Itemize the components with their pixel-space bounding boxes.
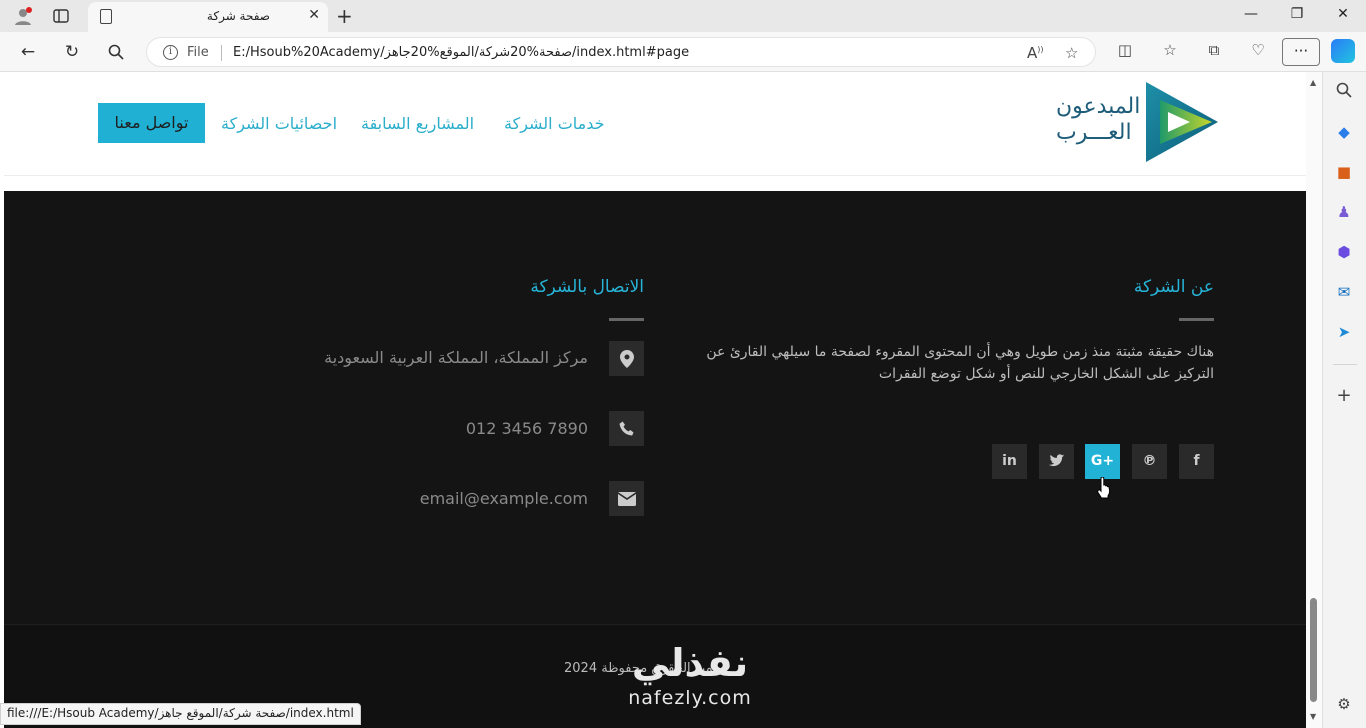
url-text[interactable]: E:/Hsoub%20Academy/صفحة%20شركة/الموقع%20… [233, 45, 689, 60]
search-icon[interactable] [102, 40, 130, 64]
copilot-icon[interactable] [1331, 39, 1355, 63]
logo-text-line2: العـــرب [1056, 120, 1132, 145]
about-text: هناك حقيقة مثبتة منذ زمن طويل وهي أن الم… [706, 344, 1214, 382]
address-bar: ← ↻ i File E:/Hsoub%20Academy/صفحة%20شرك… [0, 32, 1366, 72]
phone-icon [609, 411, 644, 446]
url-field[interactable]: i File E:/Hsoub%20Academy/صفحة%20شركة/ال… [146, 37, 1096, 67]
window-close-icon[interactable]: ✕ [1320, 6, 1366, 22]
logo-mark-icon [1146, 82, 1218, 162]
tab-title: صفحة شركة [206, 9, 270, 23]
contact-title: الاتصال بالشركة [530, 277, 644, 297]
games-icon[interactable]: ♟ [1334, 202, 1354, 222]
outlook-icon[interactable]: ✉ [1334, 282, 1354, 302]
page-icon [100, 9, 112, 24]
profile-icon[interactable] [8, 3, 38, 29]
collections-icon[interactable]: ⧉ [1202, 41, 1226, 59]
more-icon[interactable]: ··· [1282, 38, 1320, 66]
settings-icon[interactable]: ⚙ [1334, 694, 1354, 714]
location-icon [609, 341, 644, 376]
shopping-icon[interactable]: ◆ [1334, 122, 1354, 142]
url-separator [221, 45, 222, 61]
edge-sidebar: ◆ ■ ♟ ⬢ ✉ ➤ + ⚙ [1322, 72, 1366, 728]
active-tab[interactable]: صفحة شركة ✕ [88, 2, 328, 32]
back-icon[interactable]: ← [14, 40, 42, 64]
scroll-thumb[interactable] [1310, 598, 1317, 702]
site-header: المبدعون العـــرب خدمات الشركة المشاريع … [4, 72, 1306, 176]
scroll-up-icon[interactable]: ▲ [1310, 78, 1316, 87]
site-footer: عن الشركة هناك حقيقة مثبتة منذ زمن طويل … [4, 191, 1306, 728]
telegram-icon[interactable]: ➤ [1334, 322, 1354, 342]
favorites-icon[interactable]: ☆ [1158, 41, 1182, 59]
about-underline [1179, 318, 1214, 321]
nav-link-services[interactable]: خدمات الشركة [504, 114, 605, 133]
read-aloud-icon[interactable]: A)) [1027, 44, 1044, 62]
contact-phone: 7890 3456 012 [465, 419, 588, 438]
email-icon [609, 481, 644, 516]
browser-essentials-icon[interactable]: ♡ [1246, 41, 1270, 59]
maximize-icon[interactable]: ❐ [1274, 6, 1320, 22]
file-label: File [187, 45, 209, 60]
scroll-down-icon[interactable]: ▼ [1310, 712, 1316, 721]
split-screen-icon[interactable]: ◫ [1113, 41, 1137, 59]
minimize-icon[interactable]: — [1228, 6, 1274, 22]
linkedin-icon[interactable]: in [992, 444, 1027, 479]
watermark-latin: nafezly.com [628, 687, 752, 709]
plus-icon[interactable]: + [336, 4, 353, 28]
nav-link-projects[interactable]: المشاريع السابقة [361, 114, 474, 133]
refresh-icon[interactable]: ↻ [58, 40, 86, 64]
watermark-arabic: نفذلي [631, 641, 749, 685]
google-plus-icon[interactable]: G+ [1085, 444, 1120, 479]
info-icon[interactable]: i [163, 45, 178, 60]
contact-email[interactable]: email@example.com [420, 489, 588, 508]
star-icon[interactable]: ☆ [1065, 44, 1078, 62]
tab-actions-icon[interactable] [46, 3, 76, 29]
pinterest-icon[interactable]: ℗ [1132, 444, 1167, 479]
status-bar-url: file:///E:/Hsoub Academy/صفحة شركة/الموق… [0, 703, 361, 725]
tab-bar: صفحة شركة ✕ + — ❐ ✕ [0, 0, 1366, 32]
nav-link-statistics[interactable]: احصائيات الشركة [221, 114, 337, 133]
contact-underline [609, 318, 644, 321]
tools-icon[interactable]: ■ [1334, 162, 1354, 182]
hand-cursor-icon [1097, 477, 1111, 499]
contact-address: مركز المملكة، المملكة العربية السعودية [324, 348, 588, 367]
facebook-icon[interactable]: f [1179, 444, 1214, 479]
search-icon[interactable] [1334, 82, 1354, 102]
close-icon[interactable]: ✕ [308, 7, 320, 23]
contact-us-button[interactable]: تواصل معنا [98, 103, 205, 143]
about-title: عن الشركة [1133, 277, 1214, 297]
microsoft365-icon[interactable]: ⬢ [1334, 242, 1354, 262]
page-viewport: المبدعون العـــرب خدمات الشركة المشاريع … [0, 72, 1322, 728]
watermark-logo: نفذلي nafezly.com [600, 643, 780, 709]
sidebar-divider [1333, 364, 1357, 365]
logo-text-line1: المبدعون [1056, 94, 1141, 119]
add-icon[interactable]: + [1334, 386, 1354, 406]
page-scrollbar[interactable]: ▲ ▼ [1306, 72, 1322, 728]
twitter-icon[interactable] [1039, 444, 1074, 479]
